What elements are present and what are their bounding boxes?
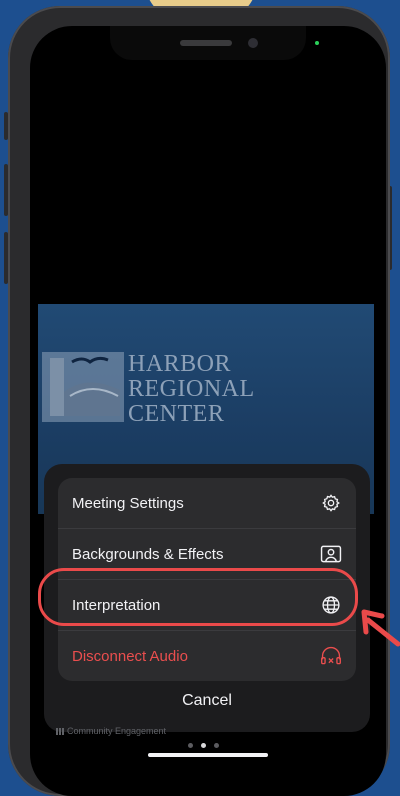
highlight-annotation <box>38 568 358 626</box>
speaker-grille <box>180 40 232 46</box>
home-indicator[interactable] <box>148 753 268 757</box>
menu-item-label: Meeting Settings <box>72 494 184 512</box>
meeting-footer: Community Engagement <box>56 726 166 736</box>
pointer-arrow-icon <box>361 609 400 647</box>
gear-icon <box>320 492 342 514</box>
logo-line-1: HARBOR <box>128 351 232 377</box>
footer-label: Community Engagement <box>67 726 167 736</box>
front-camera <box>248 38 258 48</box>
page-dot <box>188 743 193 748</box>
phone-screen: HARBOR REGIONAL CENTER Meeting Settings <box>30 26 386 796</box>
page-indicator[interactable] <box>188 743 219 748</box>
menu-item-disconnect-audio[interactable]: Disconnect Audio <box>58 630 356 681</box>
page-dot-active <box>201 743 206 748</box>
notch <box>110 26 306 60</box>
signal-bars-icon <box>56 728 64 735</box>
phone-frame: HARBOR REGIONAL CENTER Meeting Settings <box>8 6 390 796</box>
page-dot <box>214 743 219 748</box>
person-frame-icon <box>320 543 342 565</box>
harbor-logo-text: HARBOR REGIONAL CENTER <box>128 352 255 427</box>
logo-line-3: CENTER <box>128 401 225 427</box>
menu-item-meeting-settings[interactable]: Meeting Settings <box>58 478 356 528</box>
logo-line-2: REGIONAL <box>128 376 255 402</box>
harbor-logo-icon <box>42 352 124 422</box>
menu-item-label: Disconnect Audio <box>72 647 188 665</box>
camera-in-use-indicator <box>315 41 319 45</box>
menu-item-label: Backgrounds & Effects <box>72 545 224 563</box>
headphones-disconnect-icon <box>320 645 342 667</box>
cancel-button[interactable]: Cancel <box>58 684 356 718</box>
